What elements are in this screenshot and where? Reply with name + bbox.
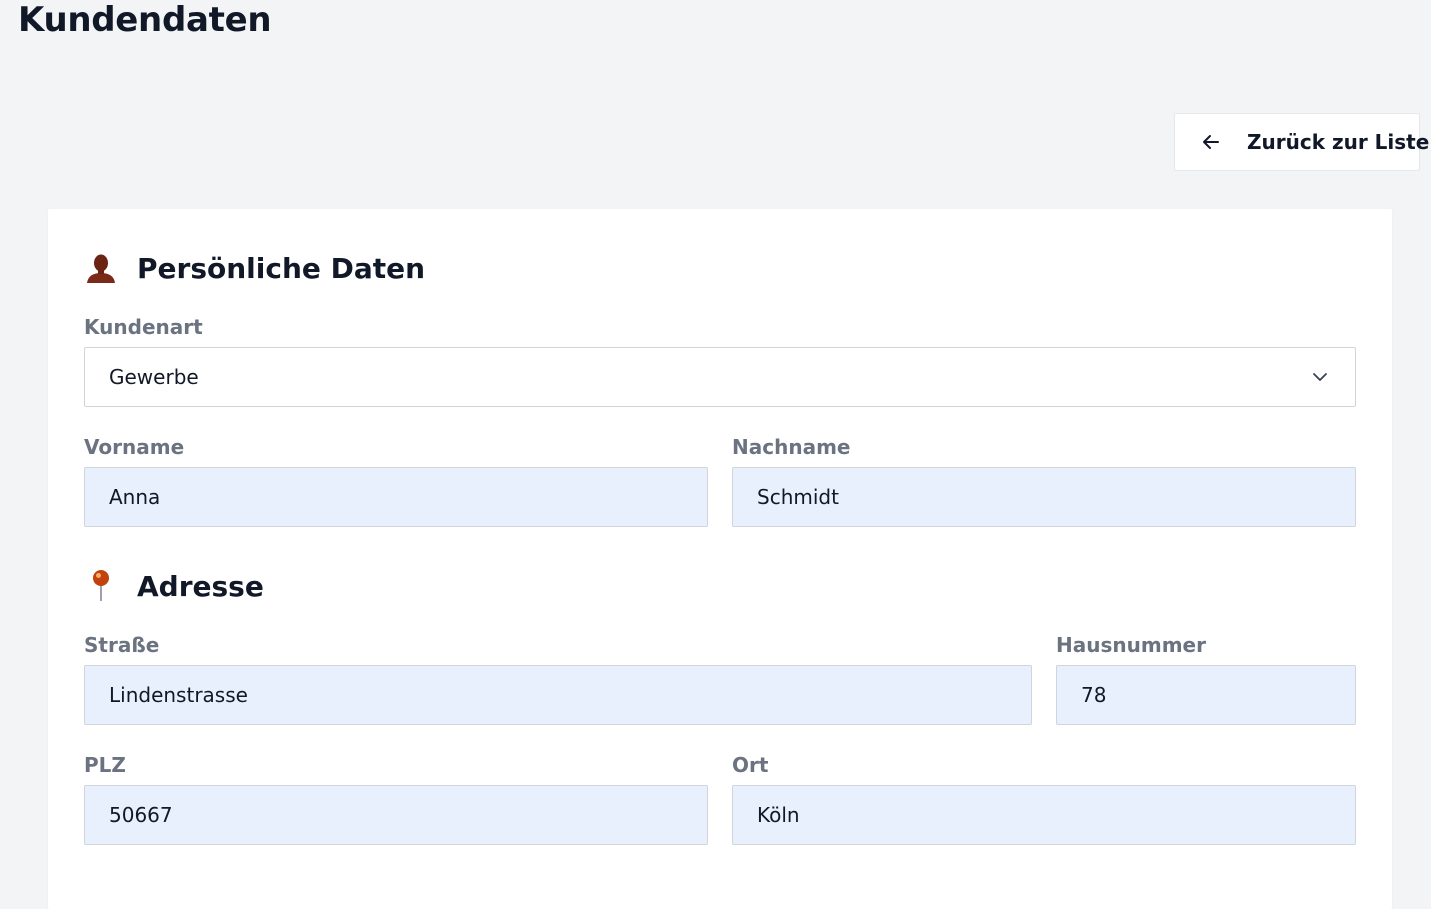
zip-value: 50667	[109, 803, 173, 827]
page-title: Kundendaten	[18, 0, 272, 40]
person-icon	[84, 251, 118, 285]
street-label: Straße	[84, 633, 160, 657]
customer-type-label: Kundenart	[84, 315, 203, 339]
first-name-input[interactable]: Anna	[84, 467, 708, 527]
first-name-value: Anna	[109, 485, 161, 509]
city-input[interactable]: Köln	[732, 785, 1356, 845]
section-address-title: Adresse	[137, 569, 264, 603]
section-personal-header: Persönliche Daten	[84, 251, 425, 285]
zip-input[interactable]: 50667	[84, 785, 708, 845]
house-number-label: Hausnummer	[1056, 633, 1206, 657]
chevron-down-icon	[1311, 368, 1329, 386]
back-button-label: Zurück zur Liste	[1247, 130, 1430, 154]
customer-type-select[interactable]: Gewerbe	[84, 347, 1356, 407]
pushpin-icon	[84, 569, 118, 603]
section-address-header: Adresse	[84, 569, 264, 603]
section-personal-title: Persönliche Daten	[137, 251, 426, 285]
city-label: Ort	[732, 753, 769, 777]
zip-label: PLZ	[84, 753, 126, 777]
customer-form-card: Persönliche Daten Kundenart Gewerbe Vorn…	[48, 209, 1392, 909]
back-to-list-button[interactable]: Zurück zur Liste	[1174, 113, 1429, 171]
house-number-value: 78	[1081, 683, 1107, 707]
street-value: Lindenstrasse	[109, 683, 248, 707]
last-name-value: Schmidt	[757, 485, 839, 509]
customer-type-value: Gewerbe	[109, 365, 199, 389]
first-name-label: Vorname	[84, 435, 185, 459]
street-input[interactable]: Lindenstrasse	[84, 665, 1032, 725]
last-name-input[interactable]: Schmidt	[732, 467, 1356, 527]
city-value: Köln	[757, 803, 800, 827]
house-number-input[interactable]: 78	[1056, 665, 1356, 725]
last-name-label: Nachname	[732, 435, 851, 459]
arrow-left-icon	[1201, 132, 1221, 152]
